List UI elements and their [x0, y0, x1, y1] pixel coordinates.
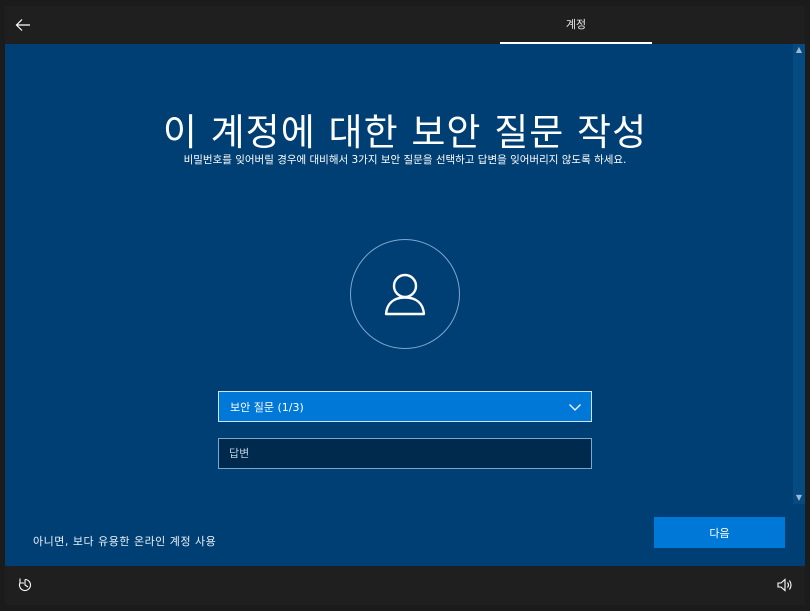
page-title: 이 계정에 대한 보안 질문 작성	[162, 111, 648, 154]
volume-icon[interactable]	[777, 578, 793, 592]
main-panel: ▲ ▼ 이 계정에 대한 보안 질문 작성 비밀번호를 잊어버릴 경우에 대비해…	[5, 44, 805, 566]
user-icon	[384, 273, 426, 316]
answer-field[interactable]	[218, 438, 592, 469]
chevron-down-icon	[569, 404, 581, 411]
scroll-down-icon[interactable]: ▼	[793, 492, 805, 504]
online-account-link[interactable]: 아니면, 보다 유용한 온라인 계정 사용	[33, 533, 216, 549]
scroll-up-icon[interactable]: ▲	[793, 44, 805, 56]
avatar	[350, 239, 460, 349]
tab-account-label: 계정	[565, 18, 587, 31]
security-question-dropdown[interactable]: 보안 질문 (1/3)	[218, 391, 592, 422]
back-button[interactable]	[11, 14, 35, 36]
ease-of-access-icon[interactable]	[17, 577, 33, 593]
page-subtitle: 비밀번호를 잊어버릴 경우에 대비해서 3가지 보안 질문을 선택하고 답변을 …	[183, 154, 627, 166]
security-question-selected: 보안 질문 (1/3)	[230, 400, 304, 414]
top-bar: 계정	[5, 6, 805, 44]
tab-account: 계정	[500, 6, 652, 44]
oobe-window: 계정 ▲ ▼ 이 계정에 대한 보안 질문 작성 비밀번호를 잊어버릴 경우에 …	[5, 6, 805, 605]
next-button[interactable]: 다음	[654, 517, 785, 548]
back-arrow-icon	[15, 19, 30, 31]
bottom-bar	[5, 566, 805, 605]
